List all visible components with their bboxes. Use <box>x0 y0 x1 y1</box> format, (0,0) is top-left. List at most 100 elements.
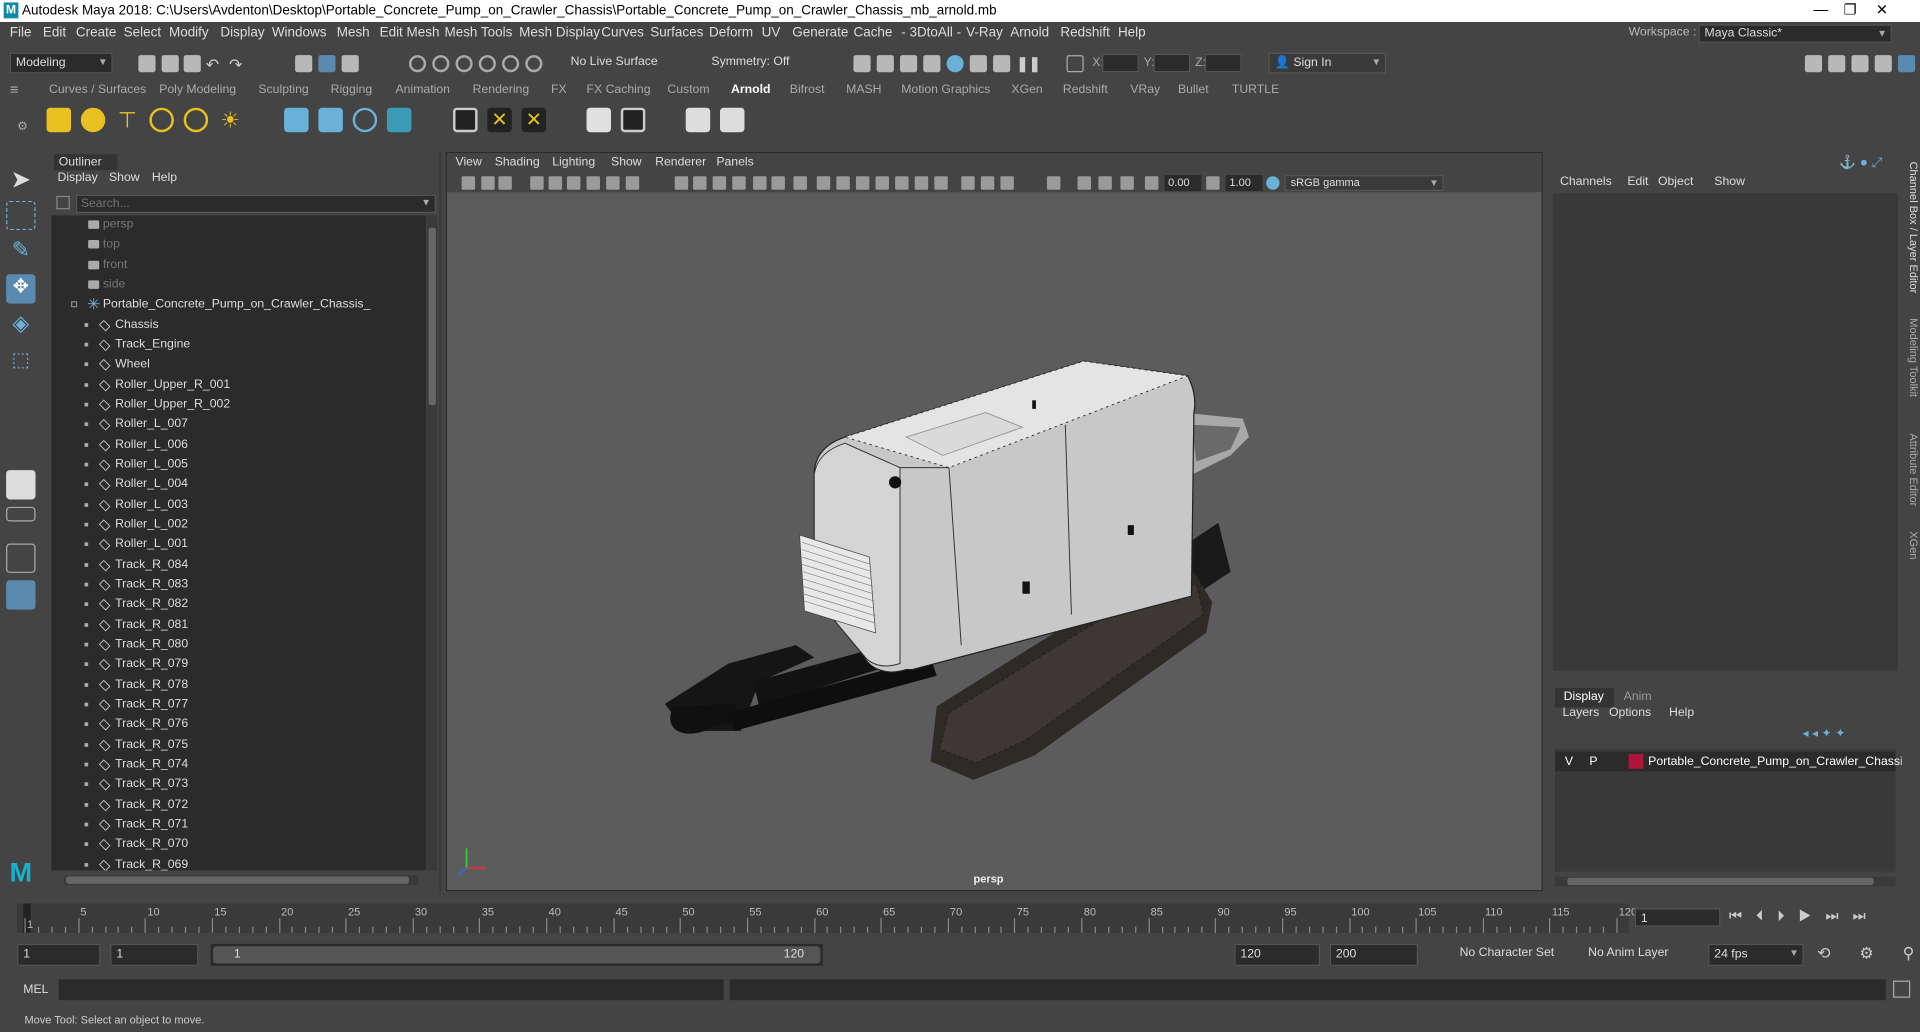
viewport-tool-icon[interactable] <box>771 176 785 190</box>
range-bar[interactable]: 1 120 <box>210 943 823 966</box>
redo-icon[interactable]: ↷ <box>229 55 246 73</box>
layer-color-swatch[interactable] <box>1628 754 1644 769</box>
outliner-item[interactable]: Track_R_074 <box>51 755 426 775</box>
flush-skydome-icon[interactable] <box>586 107 612 133</box>
layer-playback-toggle[interactable]: P <box>1589 755 1597 768</box>
expand-icon[interactable] <box>84 502 89 507</box>
single-pane-icon[interactable] <box>6 470 36 500</box>
expand-icon[interactable] <box>84 382 89 387</box>
script-editor-icon[interactable] <box>1893 980 1911 998</box>
expand-icon[interactable] <box>84 622 89 627</box>
snap-grid-icon[interactable] <box>408 55 427 73</box>
viewport-menu-shading[interactable]: Shading <box>495 155 540 168</box>
side-tab-channel-box[interactable]: Channel Box / Layer Editor <box>1902 162 1920 294</box>
viewport-tool-icon[interactable] <box>498 176 512 190</box>
channels-menu-channels[interactable]: Channels <box>1560 175 1612 188</box>
outliner-item[interactable]: Track_R_078 <box>51 675 426 695</box>
tab-sculpting[interactable]: Sculpting <box>258 83 308 96</box>
viewport-tool-icon[interactable] <box>1098 176 1112 190</box>
menu-modify[interactable]: Modify <box>169 26 209 41</box>
tab-animation[interactable]: Animation <box>396 83 450 96</box>
expand-icon[interactable] <box>84 822 89 827</box>
viewport-menu-lighting[interactable]: Lighting <box>552 155 595 168</box>
expand-icon[interactable] <box>84 802 89 807</box>
viewport-tool-icon[interactable] <box>961 176 975 190</box>
gamma-field[interactable]: 1.00 <box>1225 175 1263 191</box>
render-settings-icon[interactable] <box>923 55 941 73</box>
color-management-icon[interactable] <box>1266 176 1280 190</box>
outliner-item[interactable]: Track_R_077 <box>51 695 426 715</box>
tab-fx[interactable]: FX <box>551 83 567 96</box>
outliner-root-group[interactable]: ✳ Portable_Concrete_Pump_on_Crawler_Chass… <box>51 295 426 315</box>
character-controls-icon[interactable] <box>1828 55 1846 73</box>
menu-cache[interactable]: Cache <box>853 26 892 41</box>
side-tab-attribute-editor[interactable]: Attribute Editor <box>1902 433 1920 506</box>
character-set-select[interactable]: No Character Set <box>1454 943 1561 966</box>
expand-icon[interactable] <box>84 642 89 647</box>
expand-icon[interactable] <box>84 662 89 667</box>
viewport-tool-icon[interactable] <box>606 176 620 190</box>
timeline-track[interactable]: 1 5 10 15 20 25 30 35 40 45 50 55 60 65 70 75 80 85 90 95 10… <box>17 903 1637 933</box>
snap-point-icon[interactable] <box>455 55 473 73</box>
tab-anim[interactable]: Anim <box>1624 688 1652 706</box>
skydome-light-icon[interactable] <box>149 107 174 133</box>
outliner-menu-help[interactable]: Help <box>152 171 177 184</box>
render-sequence-icon[interactable] <box>876 55 894 73</box>
x-coord-input[interactable] <box>1102 53 1139 73</box>
two-pane-icon[interactable] <box>6 543 36 573</box>
outliner-item[interactable]: Track_R_070 <box>51 835 426 855</box>
menu-deform[interactable]: Deform <box>709 26 753 41</box>
expand-icon[interactable] <box>84 522 89 527</box>
expand-icon[interactable] <box>84 782 89 787</box>
maximize-button[interactable]: ❐ <box>1836 1 1865 19</box>
viewport-tool-icon[interactable] <box>1077 176 1092 190</box>
menu-mesh[interactable]: Mesh <box>337 26 370 41</box>
outliner-item[interactable]: Roller_L_004 <box>51 475 426 495</box>
menu-file[interactable]: File <box>10 26 32 41</box>
outliner-layout-icon[interactable] <box>6 580 36 610</box>
anim-layer-select[interactable]: No Anim Layer <box>1583 943 1684 966</box>
expand-icon[interactable] <box>84 722 89 727</box>
tab-vray[interactable]: VRay <box>1130 83 1160 96</box>
outliner-item[interactable]: Track_R_084 <box>51 555 426 575</box>
render-play-icon[interactable] <box>720 107 745 133</box>
new-scene-icon[interactable] <box>138 55 156 73</box>
channel-box-icon[interactable] <box>1897 55 1916 73</box>
texture-manager-icon[interactable] <box>453 107 478 133</box>
outliner-horizontal-scrollbar[interactable] <box>63 875 419 886</box>
viewport-menu-panels[interactable]: Panels <box>716 155 753 168</box>
menu-uv[interactable]: UV <box>762 26 781 41</box>
mesh-light-icon[interactable] <box>80 107 106 133</box>
menu-mesh-tools[interactable]: Mesh Tools <box>444 26 512 41</box>
tab-custom[interactable]: Custom <box>667 83 709 96</box>
expand-icon[interactable] <box>84 402 89 407</box>
layer-menu-options[interactable]: Options <box>1609 706 1651 719</box>
tab-turtle[interactable]: TURTLE <box>1232 83 1279 96</box>
outliner-item[interactable]: Roller_L_005 <box>51 455 426 475</box>
render-frame-icon[interactable] <box>853 55 871 73</box>
export-standin-icon[interactable] <box>318 107 343 133</box>
outliner-item[interactable]: Roller_L_007 <box>51 415 426 435</box>
outliner-item[interactable]: Track_R_069 <box>51 855 426 871</box>
viewport-tool-icon[interactable] <box>1046 176 1061 190</box>
ipr-render-icon[interactable] <box>900 55 918 73</box>
viewport-menu-show[interactable]: Show <box>611 155 642 168</box>
select-hierarchy-icon[interactable] <box>295 55 313 73</box>
expand-icon[interactable] <box>84 322 89 327</box>
flush-textures-icon[interactable]: ✕ <box>487 107 512 133</box>
four-pane-icon[interactable] <box>6 506 36 522</box>
collapse-icon[interactable] <box>71 301 78 308</box>
viewport-tool-icon[interactable] <box>548 176 563 190</box>
layer-horizontal-scrollbar[interactable] <box>1555 876 1896 887</box>
snap-toggle-icon[interactable] <box>1066 55 1084 73</box>
outliner-item[interactable]: Track_R_076 <box>51 715 426 735</box>
viewport-tool-icon[interactable] <box>753 176 767 190</box>
outliner-vertical-scrollbar[interactable] <box>427 215 438 871</box>
channels-menu-show[interactable]: Show <box>1714 175 1745 188</box>
outliner-menu-show[interactable]: Show <box>109 171 140 184</box>
shelf-gear-icon[interactable]: ⚙ <box>17 120 28 133</box>
outliner-item[interactable]: Track_R_071 <box>51 815 426 835</box>
snap-surface-icon[interactable] <box>502 55 520 73</box>
menu-create[interactable]: Create <box>76 26 116 41</box>
viewport-tool-icon[interactable] <box>461 176 476 190</box>
